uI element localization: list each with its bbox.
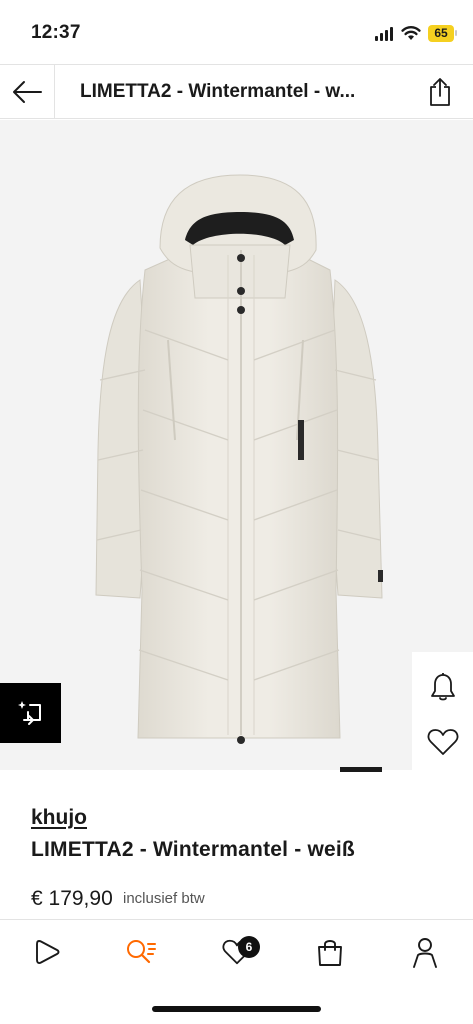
- carousel-indicator: [340, 767, 382, 772]
- product-header: LIMETTA2 - Wintermantel - w...: [0, 64, 473, 119]
- bag-icon: [318, 940, 342, 966]
- signal-icon: [375, 27, 393, 41]
- page-title: LIMETTA2 - Wintermantel - w...: [80, 81, 356, 102]
- wifi-icon: [401, 25, 421, 46]
- side-actions: [412, 652, 473, 772]
- search-icon: [127, 940, 156, 964]
- status-bar: 12:37 65: [0, 0, 473, 64]
- wishlist-count-badge: 6: [238, 936, 260, 958]
- nav-account[interactable]: [400, 932, 450, 972]
- product-image[interactable]: [0, 120, 473, 770]
- try-on-icon: [17, 701, 41, 725]
- user-icon: [413, 938, 437, 968]
- notify-button[interactable]: [412, 662, 473, 712]
- status-time: 12:37: [31, 22, 81, 43]
- back-button[interactable]: [0, 65, 55, 118]
- share-icon: [430, 78, 450, 106]
- brand-link[interactable]: khujo: [31, 806, 87, 830]
- home-indicator: [152, 1006, 321, 1012]
- battery-icon: 65: [428, 25, 458, 42]
- nav-home[interactable]: [22, 932, 72, 972]
- bell-icon: [430, 673, 455, 701]
- share-button[interactable]: [416, 73, 464, 111]
- play-icon: [36, 940, 60, 964]
- product-price: € 179,90: [31, 887, 113, 910]
- bottom-nav: 6: [0, 919, 473, 987]
- battery-level: 65: [428, 25, 454, 42]
- coat-illustration: [95, 174, 383, 744]
- product-name: LIMETTA2 - Wintermantel - weiß: [31, 838, 355, 861]
- try-on-button[interactable]: [0, 683, 61, 743]
- vat-note: inclusief btw: [123, 890, 205, 907]
- nav-wishlist[interactable]: 6: [212, 932, 262, 972]
- wishlist-button[interactable]: [412, 717, 473, 767]
- arrow-left-icon: [13, 80, 42, 103]
- heart-icon: [427, 729, 458, 755]
- nav-search[interactable]: [116, 932, 166, 972]
- nav-bag[interactable]: [305, 932, 355, 972]
